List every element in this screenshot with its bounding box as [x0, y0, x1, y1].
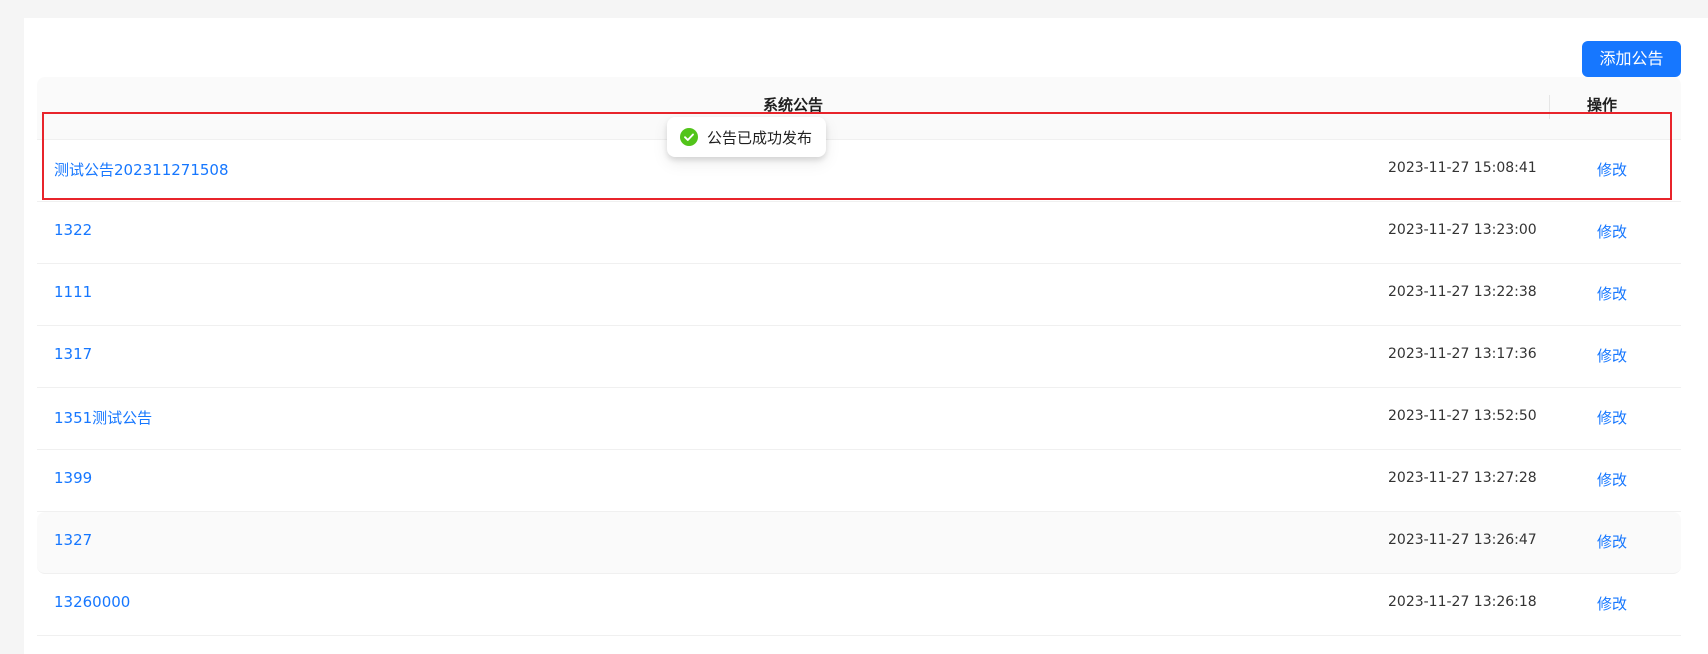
announcement-title-link[interactable]: 13260000: [54, 593, 130, 611]
announcement-title-link[interactable]: 1322: [54, 221, 92, 239]
edit-link[interactable]: 修改: [1597, 593, 1627, 614]
announcement-time: 2023-11-27 13:26:47: [1388, 532, 1537, 548]
edit-link[interactable]: 修改: [1597, 283, 1627, 304]
announcement-title-link[interactable]: 1351测试公告: [54, 407, 152, 428]
edit-link[interactable]: 修改: [1597, 221, 1627, 242]
announcement-time: 2023-11-27 13:27:28: [1388, 470, 1537, 486]
table-row: 测试公告202311271508 2023-11-27 15:08:41 修改: [37, 140, 1681, 202]
announcement-time: 2023-11-27 13:17:36: [1388, 346, 1537, 362]
table-row: 1317 2023-11-27 13:17:36 修改: [37, 326, 1681, 388]
announcement-title-link[interactable]: 1317: [54, 345, 92, 363]
column-header-action: 操作: [1587, 96, 1618, 114]
edit-link[interactable]: 修改: [1597, 407, 1627, 428]
table-row: 1322 2023-11-27 13:23:00 修改: [37, 202, 1681, 264]
toast-message: 公告已成功发布: [707, 128, 813, 147]
success-toast: 公告已成功发布: [667, 117, 827, 157]
table-row: 1111 2023-11-27 13:22:38 修改: [37, 264, 1681, 326]
announcement-table: 系统公告 操作 测试公告202311271508 2023-11-27 15:0…: [37, 77, 1681, 636]
announcement-time: 2023-11-27 13:26:18: [1388, 594, 1537, 610]
edit-link[interactable]: 修改: [1597, 159, 1627, 180]
table-header: 系统公告 操作: [37, 77, 1681, 140]
announcement-time: 2023-11-27 13:22:38: [1388, 284, 1537, 300]
announcement-title-link[interactable]: 1399: [54, 469, 92, 487]
table-row: 1327 2023-11-27 13:26:47 修改: [37, 512, 1681, 574]
edit-link[interactable]: 修改: [1597, 345, 1627, 366]
announcement-time: 2023-11-27 15:08:41: [1388, 160, 1537, 176]
column-divider: [1549, 95, 1550, 119]
edit-link[interactable]: 修改: [1597, 469, 1627, 490]
announcement-title-link[interactable]: 测试公告202311271508: [54, 159, 229, 180]
announcement-time: 2023-11-27 13:23:00: [1388, 222, 1537, 238]
announcement-title-link[interactable]: 1327: [54, 531, 92, 549]
edit-link[interactable]: 修改: [1597, 531, 1627, 552]
announcement-title-link[interactable]: 1111: [54, 283, 92, 301]
check-circle-icon: [680, 128, 698, 146]
column-header-title: 系统公告: [762, 96, 823, 114]
table-row: 13260000 2023-11-27 13:26:18 修改: [37, 574, 1681, 636]
table-row: 1351测试公告 2023-11-27 13:52:50 修改: [37, 388, 1681, 450]
add-announcement-button[interactable]: 添加公告: [1582, 41, 1681, 77]
table-row: 1399 2023-11-27 13:27:28 修改: [37, 450, 1681, 512]
announcement-time: 2023-11-27 13:52:50: [1388, 408, 1537, 424]
